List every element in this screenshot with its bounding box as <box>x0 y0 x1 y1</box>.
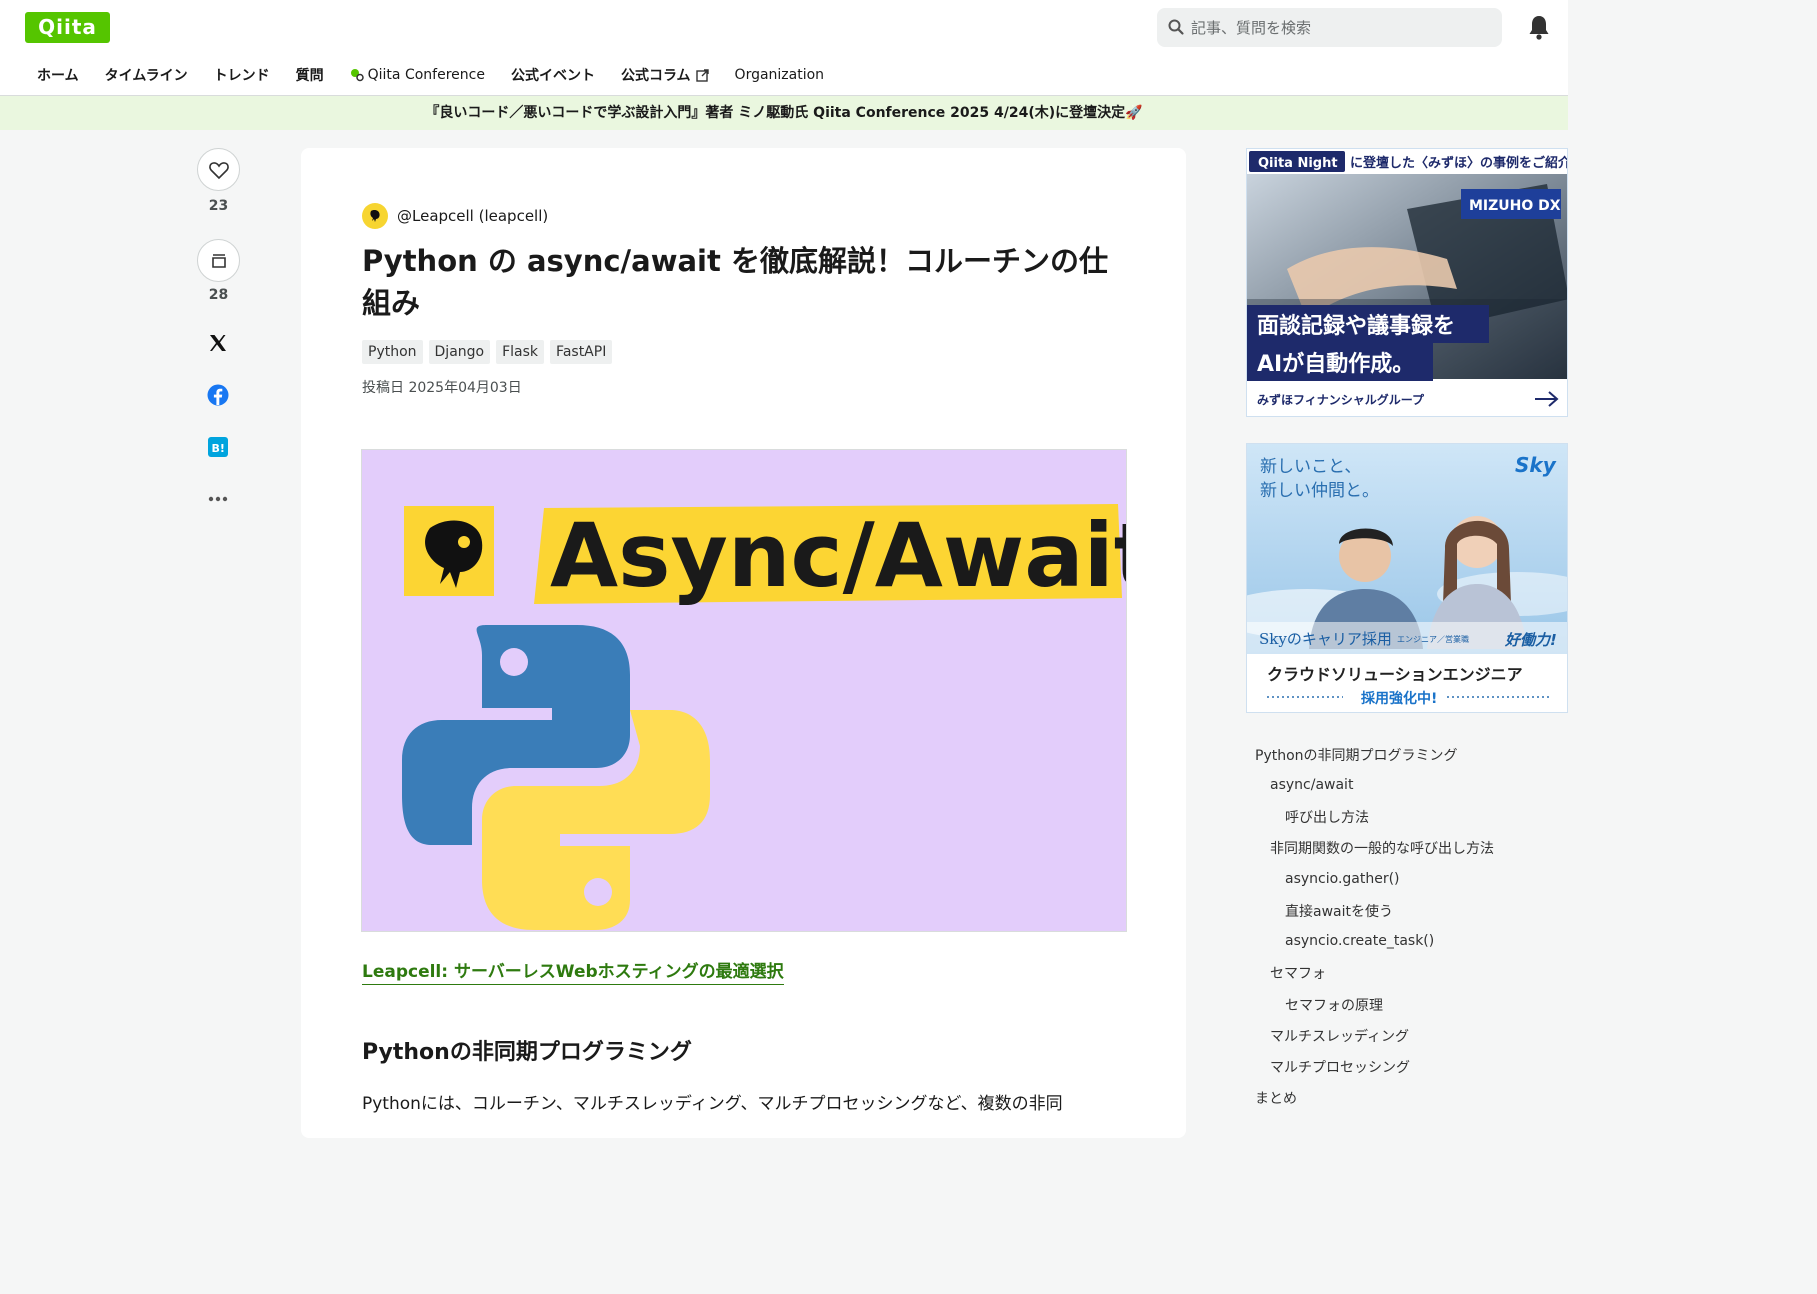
facebook-icon <box>207 384 229 406</box>
toc-item[interactable]: 呼び出し方法 <box>1285 807 1369 827</box>
like-count: 23 <box>208 198 229 214</box>
nav-qiita-conference[interactable]: Qiita Conference <box>350 67 485 83</box>
ad1-footer: みずほフィナンシャルグループ <box>1257 392 1425 407</box>
tag-flask[interactable]: Flask <box>496 340 545 364</box>
nav-trend[interactable]: トレンド <box>214 65 270 85</box>
stock-button[interactable] <box>197 239 240 282</box>
toc-item[interactable]: セマフォ <box>1270 963 1326 983</box>
toc-item[interactable]: セマフォの原理 <box>1285 995 1383 1015</box>
share-x-button[interactable] <box>207 332 229 354</box>
posted-date: 投稿日 2025年04月03日 <box>362 380 522 396</box>
announcement-text: 『良いコード／悪いコードで学ぶ設計入門』著者 ミノ駆動氏 Qiita Confe… <box>425 105 1126 121</box>
article-card: @Leapcell (leapcell) Python の async/awai… <box>301 148 1186 1138</box>
stock-count: 28 <box>208 287 229 303</box>
ad2-career: Skyのキャリア採用 <box>1259 630 1392 648</box>
ad-sky-graphic: 新しいこと、 新しい仲間と。 Sky Skyのキャリア採用 エンジニア／営業職 … <box>1247 444 1567 712</box>
x-icon <box>210 335 226 351</box>
tag-django[interactable]: Django <box>428 340 491 364</box>
ad2-job: クラウドソリューションエンジニア <box>1267 665 1523 684</box>
toc-item[interactable]: 非同期関数の一般的な呼び出し方法 <box>1270 838 1494 858</box>
author-avatar[interactable] <box>362 203 388 229</box>
toc-item[interactable]: マルチプロセッシング <box>1270 1057 1410 1077</box>
tag-list: Python Django Flask FastAPI <box>362 340 618 364</box>
nav-questions[interactable]: 質問 <box>296 65 324 85</box>
search-box[interactable] <box>1157 8 1502 47</box>
svg-text:B!: B! <box>212 442 225 455</box>
announcement-banner[interactable]: 『良いコード／悪いコードで学ぶ設計入門』著者 ミノ駆動氏 Qiita Confe… <box>0 96 1568 130</box>
hatena-bookmark-icon: B! <box>208 437 228 457</box>
nav-official-events[interactable]: 公式イベント <box>511 65 595 85</box>
leapcell-logo-icon <box>370 210 380 222</box>
toc-item[interactable]: asyncio.gather() <box>1285 871 1400 887</box>
nav-official-column[interactable]: 公式コラム <box>621 65 709 85</box>
share-hatena-button[interactable]: B! <box>207 436 229 458</box>
more-options-button[interactable] <box>207 488 229 510</box>
ad-mizuho[interactable]: Qiita Night に登壇した〈みずほ〉の事例をご紹介 MIZUHO DX … <box>1246 148 1568 417</box>
main-nav: ホーム タイムライン トレンド 質問 Qiita Conference 公式イベ… <box>37 60 850 90</box>
hero-illustration: Async/Await <box>402 504 1127 930</box>
toc-item[interactable]: async/await <box>1270 777 1353 793</box>
hero-image: Async/Await <box>361 449 1127 932</box>
toc-item[interactable]: asyncio.create_task() <box>1285 933 1434 949</box>
nav-organization[interactable]: Organization <box>735 67 825 83</box>
toc-item[interactable]: 直接awaitを使う <box>1285 901 1393 921</box>
section-heading: Pythonの非同期プログラミング <box>362 1040 692 1065</box>
toc-item[interactable]: まとめ <box>1255 1088 1297 1108</box>
nav-qiita-conference-label: Qiita Conference <box>367 67 485 83</box>
toc-item[interactable]: マルチスレッディング <box>1270 1026 1409 1046</box>
qiita-logo[interactable]: Qiita <box>25 12 110 43</box>
external-link-icon <box>695 68 709 82</box>
share-facebook-button[interactable] <box>207 384 229 406</box>
ad1-headline: に登壇した〈みずほ〉の事例をご紹介 <box>1350 155 1568 171</box>
heart-icon <box>208 161 229 179</box>
ad2-career-sub: エンジニア／営業職 <box>1397 634 1469 644</box>
notification-bell-icon[interactable] <box>1527 13 1551 41</box>
ad1-line2: AIが自動作成。 <box>1257 351 1414 377</box>
article-title: Python の async/await を徹底解説！コルーチンの仕組み <box>362 244 1108 320</box>
ad-sky[interactable]: 新しいこと、 新しい仲間と。 Sky Skyのキャリア採用 エンジニア／営業職 … <box>1246 443 1568 713</box>
python-logo-icon <box>402 625 710 930</box>
search-icon <box>1168 19 1184 35</box>
search-input[interactable] <box>1191 8 1491 47</box>
nav-home[interactable]: ホーム <box>37 65 79 85</box>
nav-timeline[interactable]: タイムライン <box>105 65 188 85</box>
stock-icon <box>211 253 226 268</box>
ad1-corner: MIZUHO DX <box>1469 198 1561 214</box>
author-handle[interactable]: @Leapcell (leapcell) <box>397 207 548 225</box>
tag-fastapi[interactable]: FastAPI <box>550 340 613 364</box>
site-header: Qiita ホーム タイムライン トレンド 質問 Qiita Conferenc… <box>0 0 1568 96</box>
ad1-line1: 面談記録や議事録を <box>1257 313 1455 339</box>
toc-item[interactable]: Pythonの非同期プログラミング <box>1255 745 1458 765</box>
rocket-icon: 🚀 <box>1125 105 1143 121</box>
conference-logo-icon <box>350 69 364 82</box>
ad1-badge: Qiita Night <box>1258 156 1338 171</box>
ad-mizuho-graphic: Qiita Night に登壇した〈みずほ〉の事例をご紹介 MIZUHO DX … <box>1247 149 1568 416</box>
section-paragraph: Pythonには、コルーチン、マルチスレッディング、マルチプロセッシングなど、複… <box>362 1094 1063 1114</box>
like-button[interactable] <box>197 148 240 191</box>
ad2-hiring: 採用強化中! <box>1361 690 1437 707</box>
nav-official-column-label: 公式コラム <box>620 68 691 84</box>
author-row[interactable]: @Leapcell (leapcell) <box>362 203 548 229</box>
ad2-copy2: 新しい仲間と。 <box>1260 481 1379 501</box>
leapcell-link[interactable]: Leapcell: サーバーレスWebホスティングの最適選択 <box>362 960 784 985</box>
ad2-brand: Sky <box>1515 453 1557 477</box>
hero-title: Async/Await <box>550 504 1127 607</box>
ad2-slogan: 好働力! <box>1504 631 1557 649</box>
more-icon <box>208 496 228 502</box>
ad2-copy1: 新しいこと、 <box>1260 457 1361 477</box>
tag-python[interactable]: Python <box>362 340 423 364</box>
